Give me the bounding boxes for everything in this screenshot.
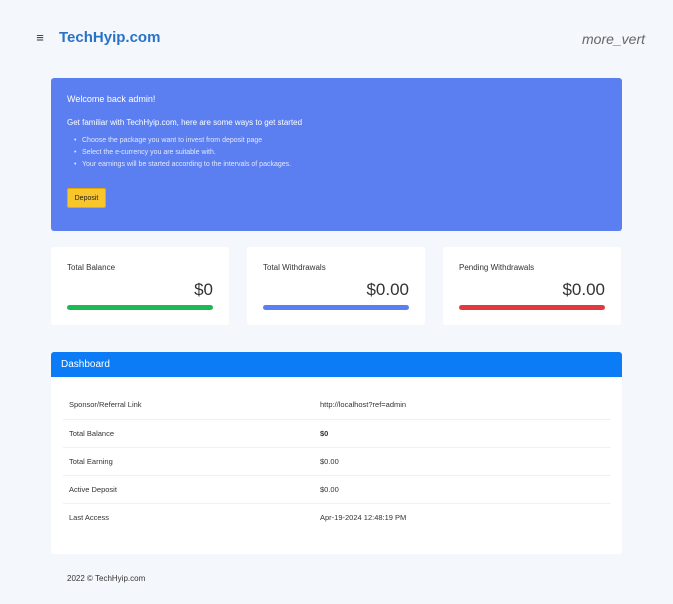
row-value: $0	[320, 419, 611, 448]
stat-card-pending-withdrawals: Pending Withdrawals $0.00	[443, 247, 621, 325]
list-item: Choose the package you want to invest fr…	[74, 137, 606, 144]
table-row: Total Balance $0	[63, 419, 611, 448]
deposit-button[interactable]: Deposit	[67, 188, 106, 208]
progress-bar	[459, 305, 605, 310]
list-item: Select the e-currency you are suitable w…	[74, 149, 606, 156]
dashboard-panel: Dashboard Sponsor/Referral Link http://l…	[51, 352, 622, 554]
row-value: $0.00	[320, 475, 611, 504]
welcome-banner: Welcome back admin! Get familiar with Te…	[51, 78, 622, 231]
welcome-intro: Get familiar with TechHyip.com, here are…	[67, 118, 303, 127]
table-row: Total Earning $0.00	[63, 447, 611, 476]
getting-started-list: Choose the package you want to invest fr…	[74, 137, 606, 168]
footer-copyright: 2022 © TechHyip.com	[67, 574, 146, 583]
list-item: Your earnings will be started according …	[74, 161, 606, 168]
row-key: Total Balance	[63, 419, 320, 448]
row-key: Last Access	[69, 512, 110, 522]
hamburger-menu-icon[interactable]: ≡	[34, 31, 46, 45]
table-row: Sponsor/Referral Link http://localhost?r…	[63, 391, 611, 420]
dashboard-title: Dashboard	[51, 352, 622, 377]
dashboard-table: Sponsor/Referral Link http://localhost?r…	[63, 391, 611, 531]
stat-value: $0.00	[562, 280, 605, 299]
referral-link[interactable]: http://localhost?ref=admin	[320, 391, 611, 420]
table-row: Last Access Apr-19-2024 12:48:19 PM	[63, 503, 611, 531]
progress-bar	[67, 305, 213, 310]
stat-label: Total Balance	[67, 263, 116, 272]
stat-label: Pending Withdrawals	[459, 263, 535, 272]
stat-value: $0	[194, 280, 213, 299]
more-vert-icon[interactable]: more_vert	[582, 31, 645, 47]
row-key: Sponsor/Referral Link	[63, 391, 320, 420]
row-key: Total Earning	[63, 447, 320, 476]
welcome-title: Welcome back admin!	[67, 94, 156, 104]
stat-card-total-balance: Total Balance $0	[51, 247, 229, 325]
brand-logo-text[interactable]: TechHyip.com	[59, 29, 160, 46]
progress-bar	[263, 305, 409, 310]
row-value: $0.00	[320, 447, 611, 476]
row-key: Active Deposit	[63, 475, 320, 504]
row-value: Apr-19-2024 12:48:19 PM	[320, 512, 407, 522]
stat-label: Total Withdrawals	[263, 263, 326, 272]
table-row: Active Deposit $0.00	[63, 475, 611, 504]
top-bar: ≡ TechHyip.com more_vert	[0, 0, 673, 78]
stat-card-total-withdrawals: Total Withdrawals $0.00	[247, 247, 425, 325]
stat-value: $0.00	[366, 280, 409, 299]
